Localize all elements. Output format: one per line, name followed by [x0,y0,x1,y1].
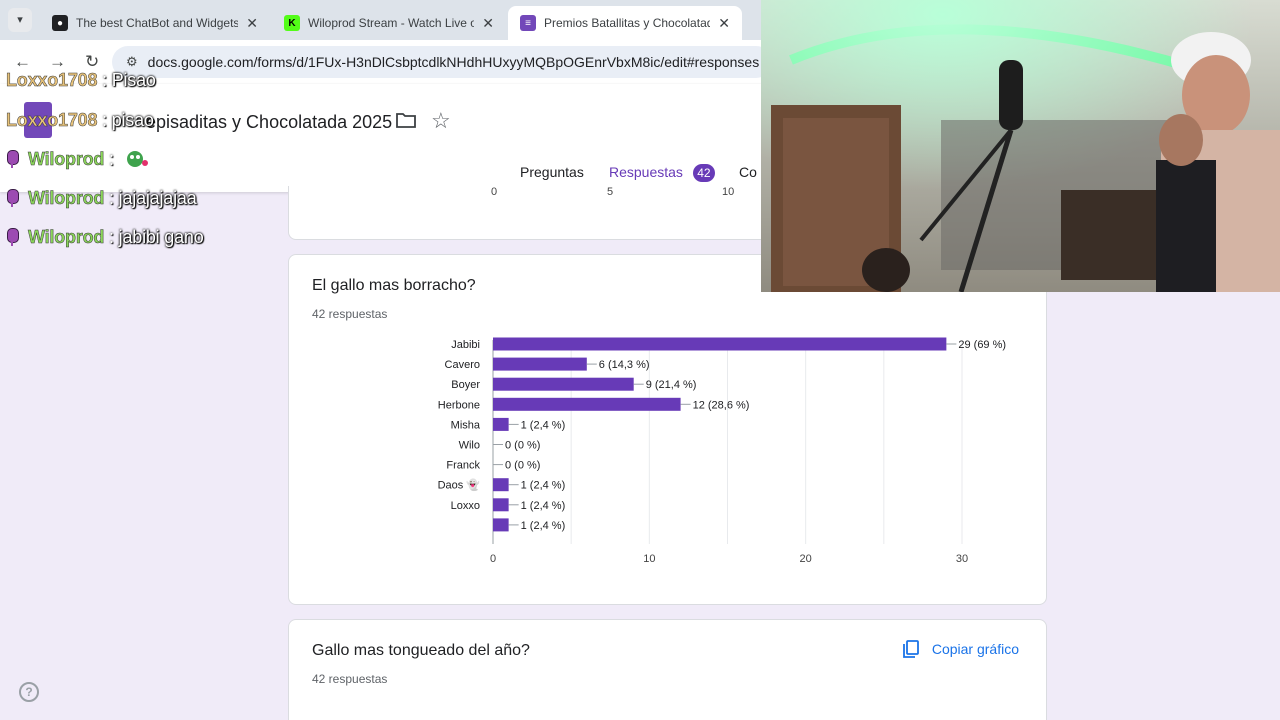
chat-separator: : [102,110,107,130]
category-label: Loxxo [451,500,480,512]
tab-wiloprod-stream[interactable]: K Wiloprod Stream - Watch Live o ✕ [272,6,506,40]
x-tick-label: 20 [800,553,812,565]
chat-username: Loxxo1708 [6,110,98,131]
bar [493,357,587,371]
chat-message: Loxxo1708 : pisao [6,110,154,131]
data-label: 1 (2,4 %) [521,480,566,492]
prev-tick-5: 5 [607,186,614,198]
data-label: 12 (28,6 %) [693,399,750,411]
tab-premios[interactable]: ≡ Premios Batallitas y Chocolatad ✕ [508,6,742,40]
tab-title: Premios Batallitas y Chocolatad [544,16,711,30]
microphone-icon [6,228,19,246]
chat-separator: : [109,227,114,247]
question-card-2: Gallo mas tongueado del año? 42 respuest… [288,619,1047,720]
microphone-icon [6,189,19,207]
microphone-icon [6,150,19,168]
category-label: Misha [451,419,481,431]
close-tab-icon[interactable]: ✕ [246,15,258,32]
bar [493,397,681,411]
chat-text: jajajajajaa [118,188,197,208]
github-icon: ● [52,15,68,31]
tab-title: The best ChatBot and Widgets [76,16,239,30]
data-label: 1 (2,4 %) [521,419,566,431]
webcam-scene [761,0,1280,292]
chat-username: Wiloprod [28,149,105,170]
back-icon[interactable]: ← [14,52,31,72]
data-label: 0 (0 %) [505,440,540,452]
reload-icon[interactable]: ↻ [85,52,99,72]
tab-title: Wiloprod Stream - Watch Live o [308,16,475,30]
chat-text: pisao [111,110,154,130]
forms-icon: ≡ [520,15,536,31]
category-label: Boyer [451,379,480,391]
bar-chart: 0 10 20 30 Jabibi 29 (69 %) Cavero 6 (14,3 %) Bo… [438,337,1006,565]
chat-username: Wiloprod [28,227,105,248]
chat-text: Pisao [111,70,156,90]
x-tick-label: 0 [490,553,496,565]
data-label: 29 (69 %) [958,339,1006,351]
data-label: 1 (2,4 %) [521,520,566,532]
chat-message: Wiloprod : jabibi gano [6,227,204,248]
tab-chatbot[interactable]: ● The best ChatBot and Widgets ✕ [40,6,270,40]
site-settings-icon[interactable]: ⚙ [126,54,138,70]
chat-message: Wiloprod : jajajajajaa [6,188,197,209]
tab-preguntas[interactable]: Preguntas [520,164,584,180]
category-label: Franck [446,460,480,472]
x-tick-label: 30 [956,553,968,565]
prev-tick-0: 0 [491,186,498,198]
webcam-overlay [761,0,1280,292]
data-label: 6 (14,3 %) [599,359,650,371]
close-tab-icon[interactable]: ✕ [718,15,730,32]
category-label: Wilo [459,440,480,452]
category-label: Daos 👻 [438,478,481,492]
star-icon[interactable]: ☆ [431,108,451,134]
close-tab-icon[interactable]: ✕ [482,15,494,32]
tab-respuestas[interactable]: Respuestas 42 [609,164,715,182]
chat-username: Wiloprod [28,188,105,209]
copy-icon [902,640,919,658]
chat-separator: : [109,149,114,169]
url-text: docs.google.com/forms/d/1FUx-H3nDlCsbptc… [147,54,760,70]
chat-message: Wiloprod : [6,149,151,170]
prev-tick-10: 10 [722,186,735,198]
data-label: 0 (0 %) [505,460,540,472]
data-label: 1 (2,4 %) [521,500,566,512]
copy-chart-label: Copiar gráfico [931,641,1019,657]
response-count-2: 42 respuestas [312,672,388,686]
bar [493,417,509,431]
bar [493,337,947,351]
chat-separator: : [102,70,107,90]
emote-icon [126,151,148,167]
help-icon[interactable]: ? [19,682,39,702]
bar [493,377,634,391]
x-tick-label: 10 [643,553,655,565]
bar [493,498,509,512]
bar [493,478,509,492]
bar [493,518,509,532]
chat-separator: : [109,188,114,208]
tab-configuracion[interactable]: Co [739,164,757,180]
chat-message: Loxxo1708 : Pisao [6,70,156,91]
copy-chart-button[interactable]: Copiar gráfico [902,640,1019,658]
tab-respuestas-label: Respuestas [609,164,683,180]
category-label: Cavero [445,359,480,371]
tab-search-chevron-icon[interactable]: ▾ [8,8,32,32]
address-bar[interactable]: ⚙ docs.google.com/forms/d/1FUx-H3nDlCsbp… [112,46,772,78]
chat-username: Loxxo1708 [6,70,98,91]
category-label: Jabibi [451,339,480,351]
kick-icon: K [284,15,300,31]
data-label: 9 (21,4 %) [646,379,697,391]
folder-icon[interactable] [396,112,416,128]
responses-count-badge: 42 [692,164,715,182]
chat-text: jabibi gano [118,227,204,247]
question-title-2: Gallo mas tongueado del año? [312,642,530,659]
category-label: Herbone [438,399,480,411]
forward-icon[interactable]: → [49,52,66,72]
